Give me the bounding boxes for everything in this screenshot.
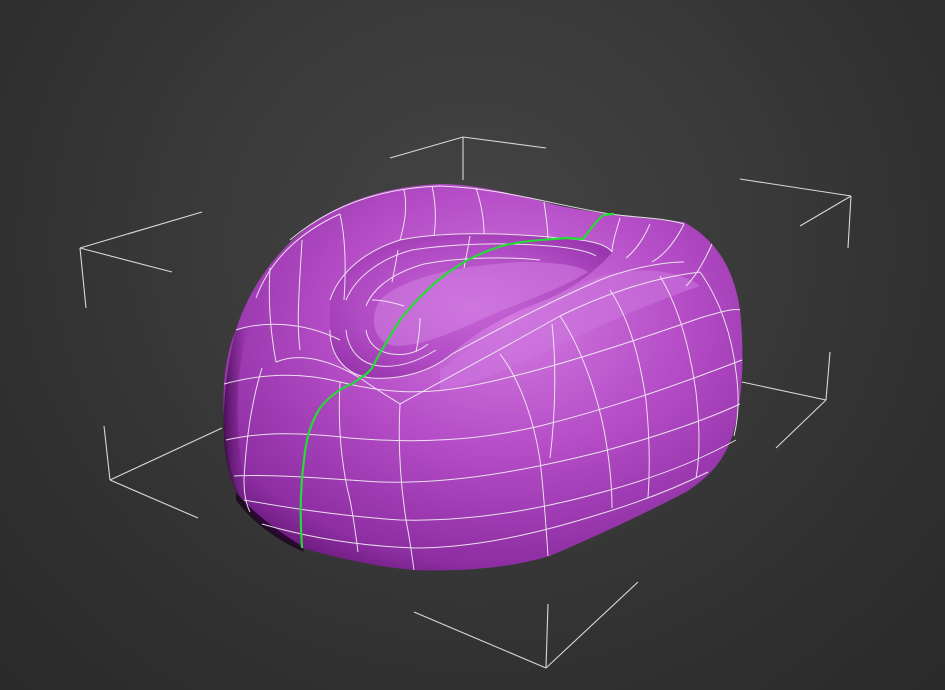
3d-viewport[interactable] <box>0 0 945 690</box>
mesh-object[interactable] <box>223 184 743 571</box>
viewport-scene[interactable] <box>0 0 945 690</box>
